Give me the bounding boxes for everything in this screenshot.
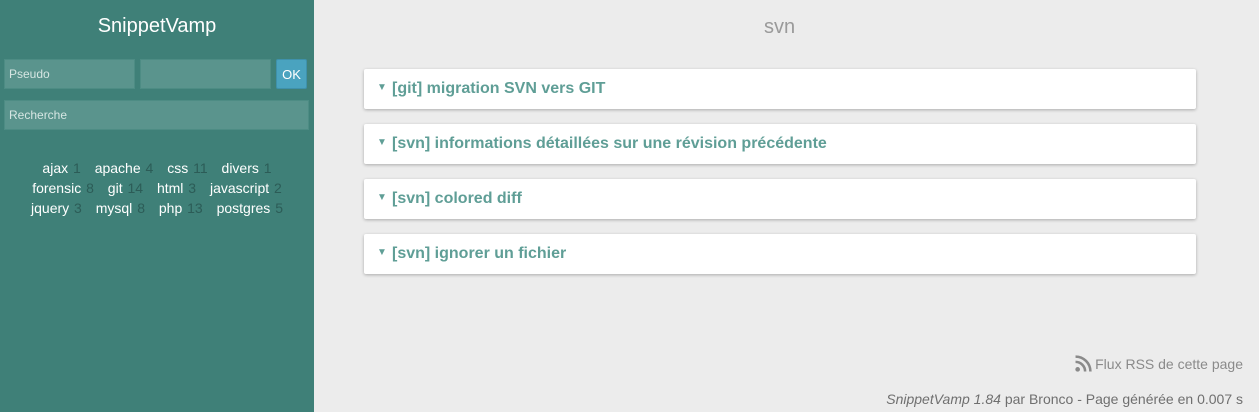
tag-name: divers — [221, 160, 259, 176]
page-title: svn — [763, 16, 796, 38]
tag-link[interactable]: forensic 8 — [32, 180, 94, 196]
tag-cloud: ajax 1 apache 4 css 11 divers 1 forensic… — [14, 158, 300, 218]
expand-arrow-icon: ▼ — [377, 247, 387, 258]
tag-link[interactable]: php 13 — [159, 200, 203, 216]
tag-name: apache — [94, 160, 141, 176]
tag-count: 8 — [137, 200, 145, 216]
tag-count: 3 — [74, 200, 82, 216]
snippet-title: [git] migration SVN vers GIT — [392, 80, 606, 97]
expand-arrow-icon: ▼ — [377, 192, 387, 203]
snippet-title: [svn] informations détaillées sur une ré… — [392, 135, 827, 152]
tag-count: 3 — [188, 180, 197, 196]
tag-link[interactable]: javascript 2 — [210, 180, 282, 196]
main-content: svn ▼ [git] migration SVN vers GIT ▼ [sv… — [314, 0, 1259, 412]
password-input[interactable] — [140, 59, 271, 89]
snippet-item[interactable]: ▼ [svn] colored diff — [364, 179, 1196, 219]
tag-count: 4 — [145, 160, 154, 176]
sidebar: SnippetVamp OK ajax 1 apache 4 css 11 di… — [0, 0, 314, 412]
tag-name: jquery — [31, 200, 70, 216]
tag-link[interactable]: html 3 — [157, 180, 196, 196]
tag-link[interactable]: postgres 5 — [217, 200, 283, 216]
tag-name: html — [156, 180, 184, 196]
tag-link[interactable]: ajax 1 — [42, 160, 80, 176]
tag-name: postgres — [216, 200, 271, 216]
pseudo-input[interactable] — [4, 59, 135, 89]
tag-count: 1 — [263, 160, 272, 176]
tag-link[interactable]: mysql 8 — [96, 200, 145, 216]
footer-app-version: SnippetVamp 1.84 — [886, 391, 1001, 407]
snippet-title: [svn] ignorer un fichier — [392, 245, 567, 262]
footer-credits: par Bronco - Page générée en 0.007 s — [1000, 391, 1243, 407]
snippet-title: [svn] colored diff — [392, 190, 522, 207]
snippet-item[interactable]: ▼ [svn] informations détaillées sur une … — [364, 124, 1196, 164]
ok-button[interactable]: OK — [276, 59, 307, 89]
tag-count: 14 — [127, 180, 144, 196]
footer: SnippetVamp 1.84 par Bronco - Page génér… — [886, 391, 1243, 407]
tag-link[interactable]: apache 4 — [95, 160, 154, 176]
snippet-item[interactable]: ▼ [svn] ignorer un fichier — [364, 234, 1196, 274]
tag-count: 13 — [187, 200, 203, 216]
tag-count: 1 — [73, 160, 81, 176]
tag-link[interactable]: css 11 — [167, 160, 207, 176]
rss-link[interactable]: Flux RSS de cette page — [1075, 355, 1243, 372]
snippet-item[interactable]: ▼ [git] migration SVN vers GIT — [364, 69, 1196, 109]
tag-name: git — [107, 180, 123, 196]
tag-count: 8 — [86, 180, 94, 196]
tag-name: css — [167, 160, 189, 176]
tag-link[interactable]: jquery 3 — [31, 200, 82, 216]
tag-name: forensic — [32, 180, 82, 196]
tag-count: 11 — [193, 160, 208, 176]
tag-name: php — [158, 200, 183, 216]
search-input[interactable] — [4, 100, 309, 130]
brand-title[interactable]: SnippetVamp — [0, 15, 314, 38]
tag-name: ajax — [42, 160, 69, 176]
tag-link[interactable]: git 14 — [108, 180, 143, 196]
rss-icon — [1075, 355, 1092, 372]
tag-link[interactable]: divers 1 — [222, 160, 272, 176]
tag-count: 2 — [274, 180, 282, 196]
rss-label: Flux RSS de cette page — [1095, 355, 1243, 372]
tag-count: 5 — [275, 200, 283, 216]
expand-arrow-icon: ▼ — [377, 82, 387, 93]
expand-arrow-icon: ▼ — [377, 137, 387, 148]
tag-name: javascript — [209, 180, 270, 196]
tag-name: mysql — [95, 200, 133, 216]
